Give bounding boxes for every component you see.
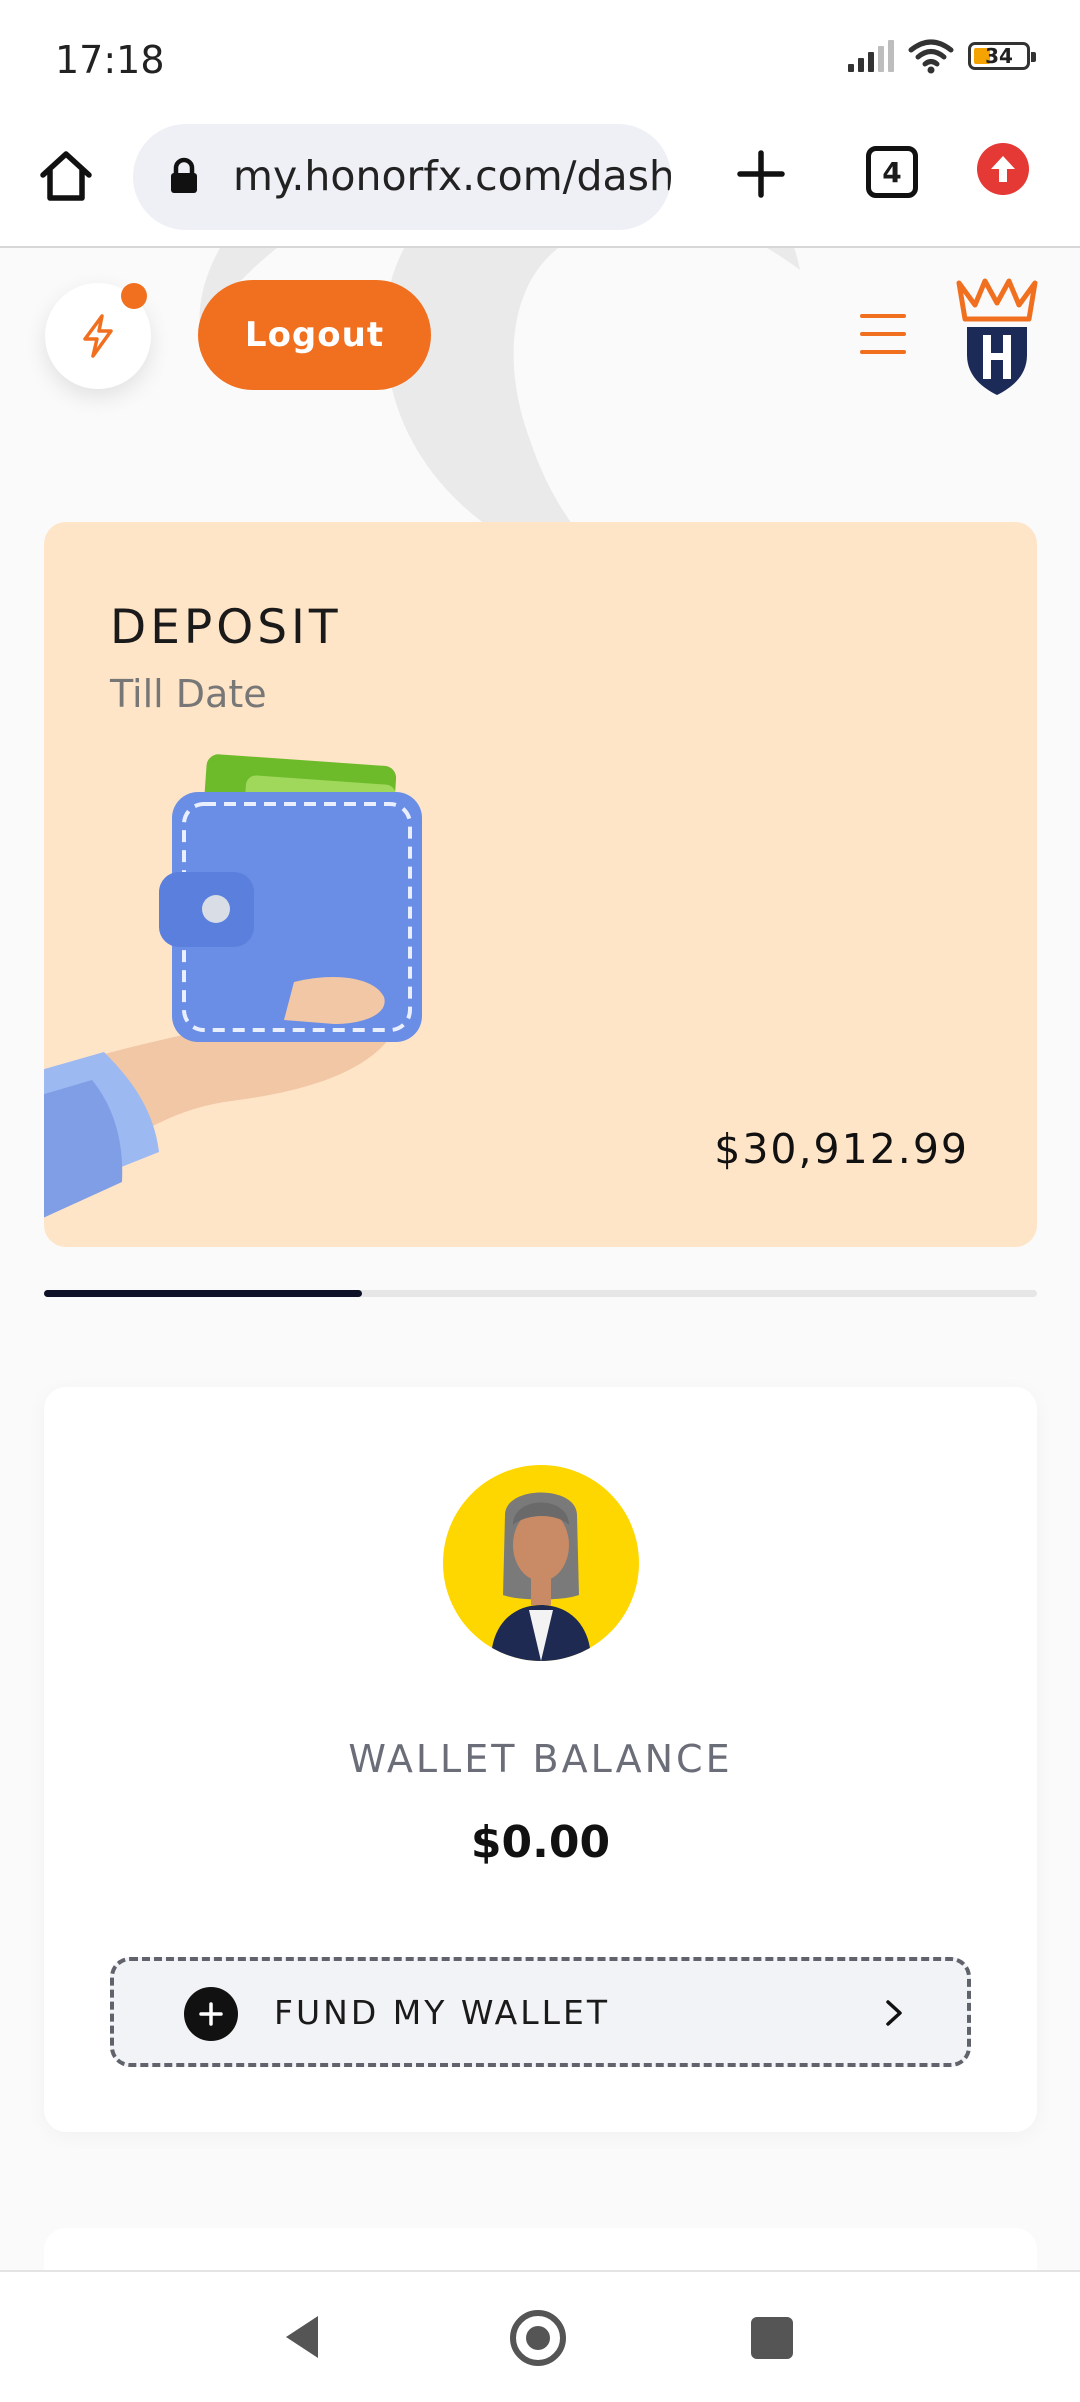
- avatar-illustration: [491, 1492, 591, 1661]
- flash-icon: [83, 314, 113, 358]
- fund-wallet-label: FUND MY WALLET: [274, 1993, 611, 2032]
- wallet-card: WALLET BALANCE $0.00 FUND MY WALLET: [44, 1387, 1037, 2132]
- wallet-balance-amount: $0.00: [470, 1817, 611, 1868]
- chevron-right-icon: [886, 2000, 902, 2026]
- logout-button[interactable]: Logout: [198, 280, 431, 390]
- new-tab-button[interactable]: [725, 138, 797, 210]
- hand-holding-wallet-illustration: [44, 754, 422, 1218]
- avatar: [443, 1465, 639, 1661]
- honorfx-logo[interactable]: [955, 275, 1039, 397]
- address-bar[interactable]: my.honorfx.com/dash: [133, 124, 671, 230]
- update-arrow-icon: [991, 156, 1015, 182]
- browser-toolbar: my.honorfx.com/dash 4: [0, 118, 1080, 248]
- home-nav-icon[interactable]: [510, 2310, 566, 2366]
- status-icons: 34: [848, 38, 1036, 74]
- home-icon: [40, 151, 92, 201]
- deposit-amount: $30,912.99: [714, 1125, 969, 1173]
- signal-icon: [848, 40, 894, 72]
- wifi-icon: [908, 39, 954, 74]
- wallet-balance-label: WALLET BALANCE: [348, 1737, 733, 1781]
- recents-icon[interactable]: [751, 2317, 793, 2359]
- tabs-icon[interactable]: 4: [866, 146, 918, 198]
- deposit-subtitle: Till Date: [110, 672, 267, 716]
- battery-icon: 34: [968, 42, 1036, 70]
- address-url: my.honorfx.com/dash: [233, 152, 671, 200]
- notifications-button[interactable]: [45, 283, 151, 389]
- fund-wallet-button[interactable]: FUND MY WALLET: [110, 1957, 971, 2067]
- lock-icon: [171, 157, 197, 193]
- system-nav-bar: [0, 2270, 1080, 2402]
- notification-dot: [121, 283, 147, 309]
- back-icon[interactable]: [280, 2312, 322, 2362]
- status-bar: 17:18 34: [0, 0, 1080, 118]
- status-time: 17:18: [55, 38, 165, 82]
- carousel-progress: [44, 1290, 1037, 1297]
- plus-icon: [184, 1987, 238, 2041]
- tab-count: 4: [882, 155, 902, 189]
- carousel-progress-fill: [44, 1290, 362, 1297]
- browser-home-button[interactable]: [30, 140, 102, 212]
- update-icon[interactable]: [977, 143, 1029, 195]
- deposit-card[interactable]: DEPOSIT Till Date $30,912.99: [44, 522, 1037, 1247]
- menu-icon[interactable]: [860, 314, 906, 354]
- battery-level: 34: [985, 44, 1013, 68]
- new-tab-icon: [737, 150, 785, 198]
- deposit-title: DEPOSIT: [110, 600, 342, 655]
